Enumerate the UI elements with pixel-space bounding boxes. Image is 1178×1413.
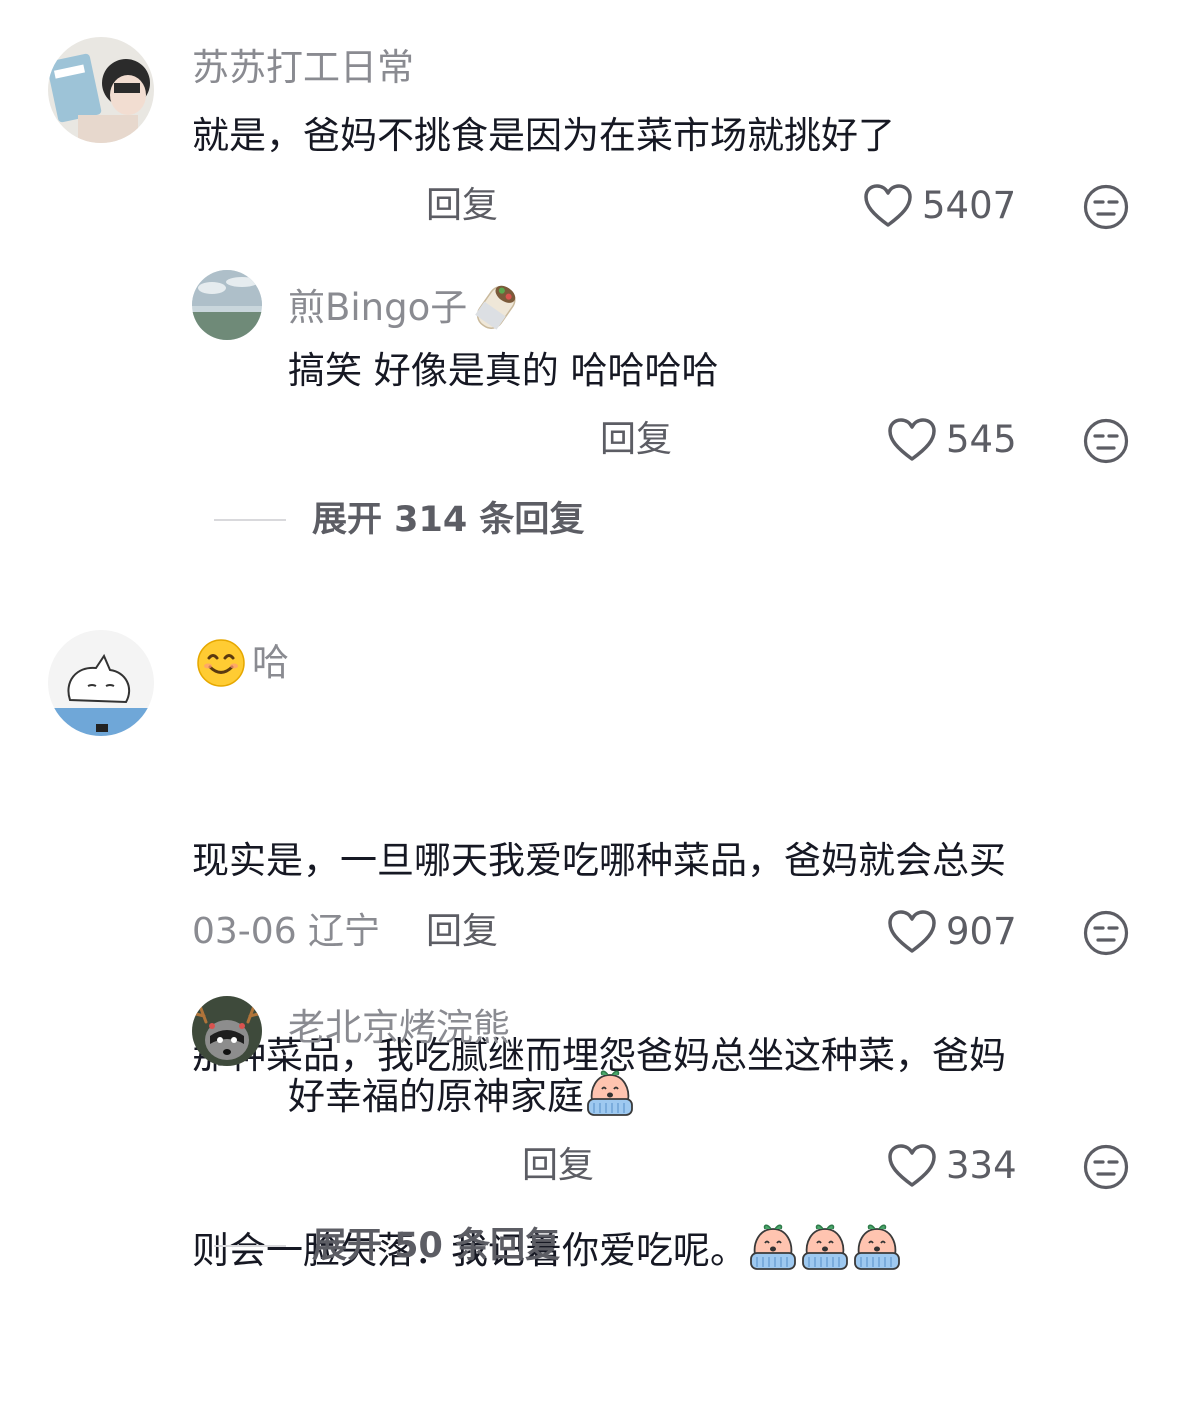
like-count: 5407 bbox=[922, 184, 1017, 227]
reply-button[interactable]: 回复 bbox=[600, 418, 672, 462]
avatar[interactable] bbox=[192, 270, 262, 340]
comment-text: 就是，爸妈不挑食是因为在菜市场就挑好了 bbox=[192, 114, 895, 157]
meh-face-icon[interactable] bbox=[1083, 184, 1129, 230]
comment-text: 现实是，一旦哪天我爱吃哪种菜品，爸妈就会总买 那种菜品，我吃腻继而埋怨爸妈总坐这… bbox=[192, 698, 1006, 1413]
divider-line bbox=[214, 1245, 286, 1247]
username[interactable]: 老北京烤浣熊 bbox=[288, 1006, 510, 1050]
like-button[interactable]: 334 bbox=[888, 1144, 1017, 1188]
meh-face-icon[interactable] bbox=[1083, 418, 1129, 464]
reply-button[interactable]: 回复 bbox=[522, 1144, 594, 1188]
reply-button[interactable]: 回复 bbox=[426, 184, 498, 228]
username[interactable]: 哈 bbox=[196, 638, 289, 688]
like-button[interactable]: 545 bbox=[888, 418, 1017, 462]
avatar[interactable] bbox=[48, 37, 154, 143]
expand-replies-button[interactable]: 展开 314 条回复 bbox=[214, 498, 584, 542]
heart-outline-icon bbox=[864, 184, 912, 227]
reply-button[interactable]: 回复 bbox=[426, 910, 498, 954]
crying-peach-sticker bbox=[750, 1224, 796, 1270]
crying-peach-sticker bbox=[802, 1224, 848, 1270]
crying-peach-sticker bbox=[587, 1070, 633, 1116]
username[interactable]: 煎Bingo子 bbox=[288, 280, 525, 336]
expand-label: 展开 50 条回复 bbox=[312, 1226, 561, 1266]
meh-face-icon[interactable] bbox=[1083, 1144, 1129, 1190]
username[interactable]: 苏苏打工日常 bbox=[192, 46, 414, 90]
avatar[interactable] bbox=[48, 630, 154, 736]
comment-text: 搞笑 好像是真的 哈哈哈哈 bbox=[288, 349, 719, 392]
expand-label: 展开 314 条回复 bbox=[312, 500, 585, 540]
meh-face-icon[interactable] bbox=[1083, 910, 1129, 956]
like-count: 907 bbox=[946, 910, 1017, 953]
like-count: 334 bbox=[946, 1144, 1017, 1187]
heart-outline-icon bbox=[888, 910, 936, 953]
like-button[interactable]: 907 bbox=[888, 910, 1017, 954]
heart-outline-icon bbox=[888, 418, 936, 461]
comment-text: 好幸福的原神家庭 bbox=[288, 1064, 636, 1129]
like-count: 545 bbox=[946, 418, 1017, 461]
smiling-face-icon bbox=[197, 639, 245, 687]
like-button[interactable]: 5407 bbox=[864, 184, 1016, 228]
comment-text-line: 现实是，一旦哪天我爱吃哪种菜品，爸妈就会总买 bbox=[192, 839, 1006, 882]
crying-peach-sticker bbox=[854, 1224, 900, 1270]
avatar[interactable] bbox=[192, 996, 262, 1066]
burrito-icon bbox=[475, 285, 516, 330]
divider-line bbox=[214, 519, 286, 521]
comment-meta: 03-06 辽宁 bbox=[192, 911, 381, 952]
expand-replies-button[interactable]: 展开 50 条回复 bbox=[214, 1224, 560, 1268]
heart-outline-icon bbox=[888, 1144, 936, 1187]
